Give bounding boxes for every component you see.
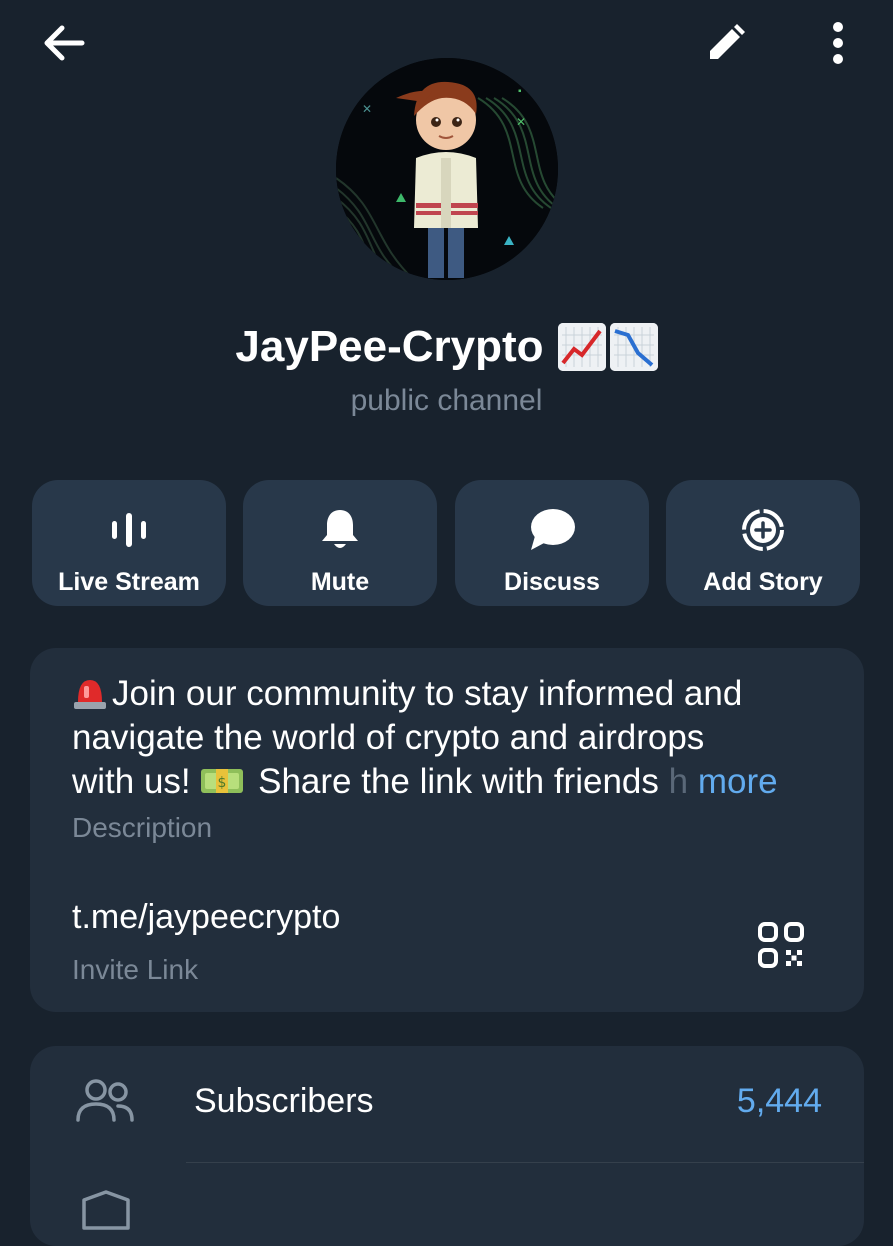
description-truncated-text: h — [668, 762, 689, 801]
shield-icon — [82, 1190, 130, 1230]
live-stream-label: Live Stream — [58, 568, 200, 596]
channel-description[interactable]: Join our community to stay informed and … — [72, 672, 824, 804]
svg-text:✕: ✕ — [362, 102, 372, 116]
read-more-link[interactable]: more — [698, 762, 778, 801]
back-button[interactable] — [34, 18, 94, 68]
bell-icon — [322, 510, 358, 548]
more-vertical-icon — [833, 22, 843, 64]
subscribers-row[interactable]: Subscribers 5,444 — [30, 1046, 864, 1158]
description-line-4: Share the link with friends — [258, 762, 659, 801]
chart-increasing-emoji — [557, 323, 606, 371]
administrators-row[interactable] — [30, 1164, 864, 1246]
money-emoji: $ — [200, 764, 244, 798]
discuss-button[interactable]: Discuss — [455, 480, 649, 606]
svg-text:$: $ — [218, 775, 227, 791]
mute-button[interactable]: Mute — [243, 480, 437, 606]
channel-title-row: JayPee-Crypto — [0, 322, 893, 372]
description-label: Description — [72, 812, 213, 843]
edit-button[interactable] — [696, 16, 756, 70]
svg-text:▪: ▪ — [518, 86, 522, 97]
chart-decreasing-emoji — [609, 323, 658, 371]
arrow-left-icon — [44, 25, 85, 61]
invite-link-label: Invite Link — [72, 954, 199, 985]
action-buttons: Live Stream Mute Discuss Add Story — [32, 480, 860, 606]
discuss-label: Discuss — [504, 568, 600, 596]
description-line-2: navigate the world of crypto and airdrop… — [72, 718, 705, 757]
channel-info-card: Join our community to stay informed and … — [30, 648, 864, 1012]
channel-avatar[interactable]: ✕ ✕ ▪ — [336, 58, 558, 280]
channel-subtitle: public channel — [350, 384, 543, 417]
channel-title: JayPee-Crypto — [235, 322, 544, 371]
siren-emoji — [72, 676, 108, 710]
qr-code-icon — [758, 922, 804, 968]
description-line-1: Join our community to stay informed and — [112, 674, 743, 713]
chat-bubble-icon — [531, 509, 575, 550]
add-story-icon — [742, 509, 784, 551]
qr-code-button[interactable] — [748, 912, 814, 978]
add-story-button[interactable]: Add Story — [666, 480, 860, 606]
subscribers-label: Subscribers — [194, 1082, 374, 1120]
subscribers-count: 5,444 — [736, 1082, 822, 1120]
svg-text:✕: ✕ — [516, 115, 526, 129]
users-icon — [76, 1079, 134, 1122]
cartoon-boy-avatar-image: ✕ ✕ ▪ — [336, 58, 558, 280]
title-emojis — [557, 323, 658, 371]
live-stream-icon — [112, 513, 146, 547]
live-stream-button[interactable]: Live Stream — [32, 480, 226, 606]
more-options-button[interactable] — [808, 16, 868, 70]
pencil-icon — [710, 24, 745, 59]
description-line-3: with us! — [72, 762, 191, 801]
mute-label: Mute — [310, 568, 370, 596]
row-divider — [186, 1162, 864, 1163]
invite-link[interactable]: t.me/jaypeecrypto — [72, 898, 340, 937]
channel-stats-card: Subscribers 5,444 — [30, 1046, 864, 1246]
add-story-label: Add Story — [703, 568, 823, 596]
